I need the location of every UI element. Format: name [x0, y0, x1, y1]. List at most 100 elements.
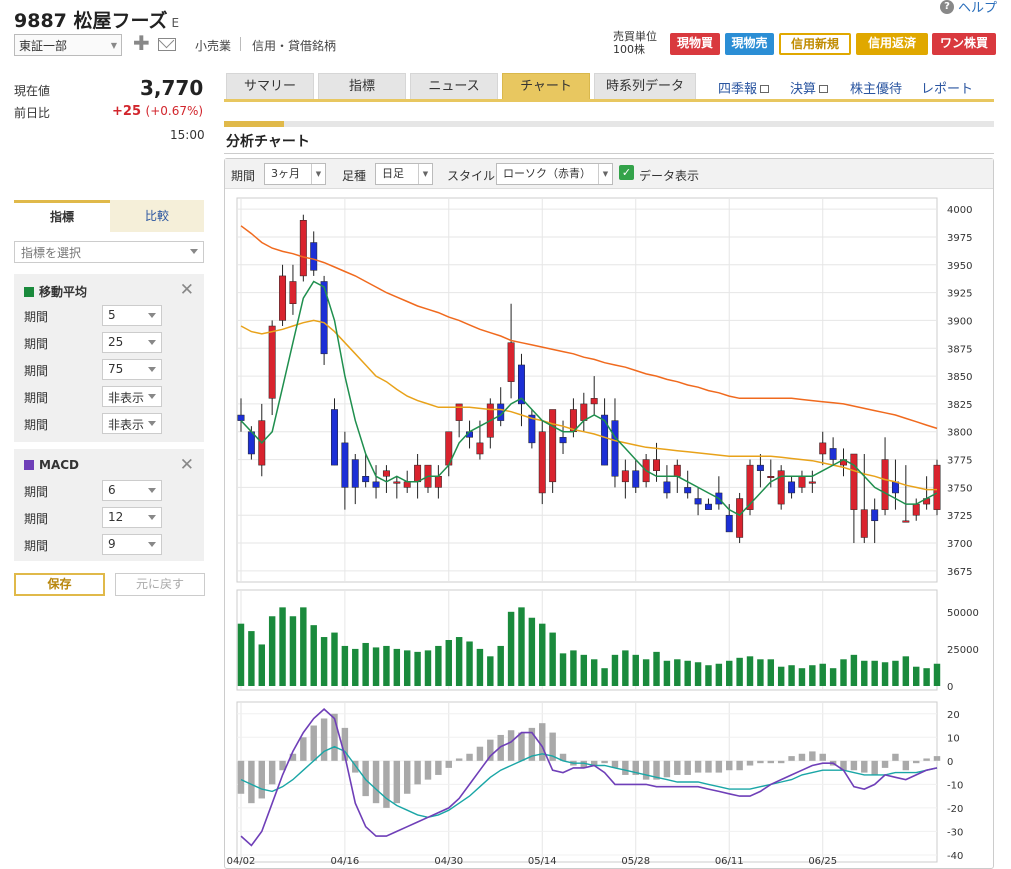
side-tab-compare[interactable]: 比較 [110, 200, 204, 232]
link-shikiho[interactable]: 四季報 [718, 78, 770, 97]
ma-period-select-4[interactable]: 非表示 [102, 386, 162, 407]
ma-period-select-2[interactable]: 25 [102, 332, 162, 353]
macd-histogram-bar [622, 760, 629, 775]
ma-period-select-5[interactable]: 非表示 [102, 413, 162, 434]
candle-body [621, 470, 629, 483]
macd-period-select-2[interactable]: 12 [102, 507, 162, 528]
add-watchlist-icon[interactable]: ✚ [133, 33, 150, 53]
volume-bar [674, 659, 681, 686]
macd-histogram-bar [320, 718, 328, 761]
macd-period-select-1[interactable]: 6 [102, 480, 162, 501]
mail-icon[interactable] [158, 38, 176, 51]
volume-bar [549, 632, 556, 686]
data-display-checkbox[interactable]: ✓ [619, 165, 634, 180]
price-tick-label: 3925 [947, 289, 972, 300]
volume-bar [913, 666, 920, 686]
period-select[interactable]: 3ヶ月 ▼ [264, 163, 326, 185]
date-tick-label: 05/28 [621, 856, 650, 867]
one-share-buy-button[interactable]: ワン株買 [932, 33, 996, 55]
margin-close-button[interactable]: 信用返済 [856, 33, 928, 55]
volume-bar [757, 659, 764, 686]
spot-sell-button[interactable]: 現物売 [725, 33, 774, 55]
volume-bar [487, 656, 494, 686]
analysis-chart[interactable]: 4000 3975 3950 3925 3900 3875 3850 3825 3800 3775… [225, 190, 993, 869]
trading-unit: 売買単位 100株 [613, 30, 657, 56]
date-tick-label: 04/16 [330, 856, 359, 867]
macd-histogram-bar [933, 756, 941, 761]
exchange-select[interactable]: 東証一部 ▼ [14, 34, 122, 56]
style-select[interactable]: ローソク（赤青） ▼ [496, 163, 613, 185]
macd-histogram-bar [902, 760, 910, 771]
candle-body [237, 414, 245, 421]
volume-bar [580, 654, 588, 686]
candle-body [891, 481, 899, 494]
macd-histogram-bar [798, 753, 806, 761]
volume-bar [705, 665, 712, 686]
macd-histogram-bar [746, 760, 754, 766]
save-button[interactable]: 保存 [14, 573, 105, 596]
tab-summary[interactable]: サマリー [226, 73, 314, 100]
macd-histogram-bar [393, 760, 401, 804]
price-tick-label: 3975 [947, 233, 972, 244]
candle-body [455, 403, 463, 421]
macd-period-select-3[interactable]: 9 [102, 534, 162, 555]
volume-bar [559, 653, 567, 686]
candle-body [632, 470, 640, 488]
volume-tick-label: 50000 [947, 608, 979, 619]
volume-bar [767, 659, 775, 686]
tab-news[interactable]: ニュース [410, 73, 498, 100]
macd-histogram-bar [248, 760, 255, 804]
candle-body [653, 459, 660, 471]
volume-bar [653, 651, 660, 686]
external-link-icon [819, 85, 829, 93]
candle-body [590, 398, 598, 405]
link-report[interactable]: レポート [921, 78, 973, 97]
macd-histogram-bar [923, 758, 930, 761]
tab-timeseries[interactable]: 時系列データ [594, 73, 696, 100]
candle-body [725, 514, 733, 533]
spot-buy-button[interactable]: 現物買 [670, 33, 720, 55]
macd-histogram-bar [892, 753, 899, 761]
chart-panel-1 [236, 197, 938, 583]
candle-body [331, 409, 338, 466]
candle-body [788, 481, 796, 494]
macd-histogram-bar [674, 760, 681, 775]
macd-histogram-bar [601, 760, 608, 764]
macd-histogram-bar [694, 760, 702, 773]
candle-body [559, 437, 567, 444]
indicator-select[interactable]: 指標を選択 [14, 241, 204, 263]
help-link[interactable]: ? ヘルプ [939, 0, 997, 16]
volume-bar [715, 663, 723, 686]
macd-histogram-bar [403, 760, 411, 794]
volume-bar [248, 631, 255, 686]
tab-indicators[interactable]: 指標 [318, 73, 406, 100]
close-icon[interactable]: ✕ [180, 457, 194, 474]
link-yutai[interactable]: 株主優待 [850, 78, 902, 97]
volume-bar [507, 611, 515, 686]
price-change: +25 (+0.67%) [112, 104, 204, 119]
link-kessan[interactable]: 決算 [790, 78, 829, 97]
price-tick-label: 3700 [947, 539, 972, 550]
candle-body [382, 470, 390, 477]
candle-body [767, 476, 775, 479]
date-tick-label: 06/25 [808, 856, 837, 867]
macd-histogram-bar [871, 760, 878, 775]
reset-button[interactable]: 元に戻す [115, 573, 205, 596]
candle-body [704, 503, 712, 510]
chevron-down-icon [190, 249, 198, 254]
macd-histogram-bar [300, 737, 307, 761]
volume-tick-label: 0 [947, 682, 953, 693]
side-tab-indicators[interactable]: 指標 [14, 200, 110, 232]
ma-period-select-1[interactable]: 5 [102, 305, 162, 326]
candle-body [279, 275, 287, 321]
ma-period-select-3[interactable]: 75 [102, 359, 162, 380]
close-icon[interactable]: ✕ [180, 282, 194, 299]
macd-tick-label: -40 [947, 851, 963, 862]
foot-select[interactable]: 日足 ▼ [375, 163, 433, 185]
candle-body [434, 476, 442, 488]
margin-new-button[interactable]: 信用新規 [779, 33, 851, 55]
price-time: 15:00 [170, 128, 205, 142]
stock-title: 9887 松屋フーズ E [14, 10, 180, 32]
volume-bar [268, 616, 276, 686]
tab-chart[interactable]: チャート [502, 73, 590, 100]
